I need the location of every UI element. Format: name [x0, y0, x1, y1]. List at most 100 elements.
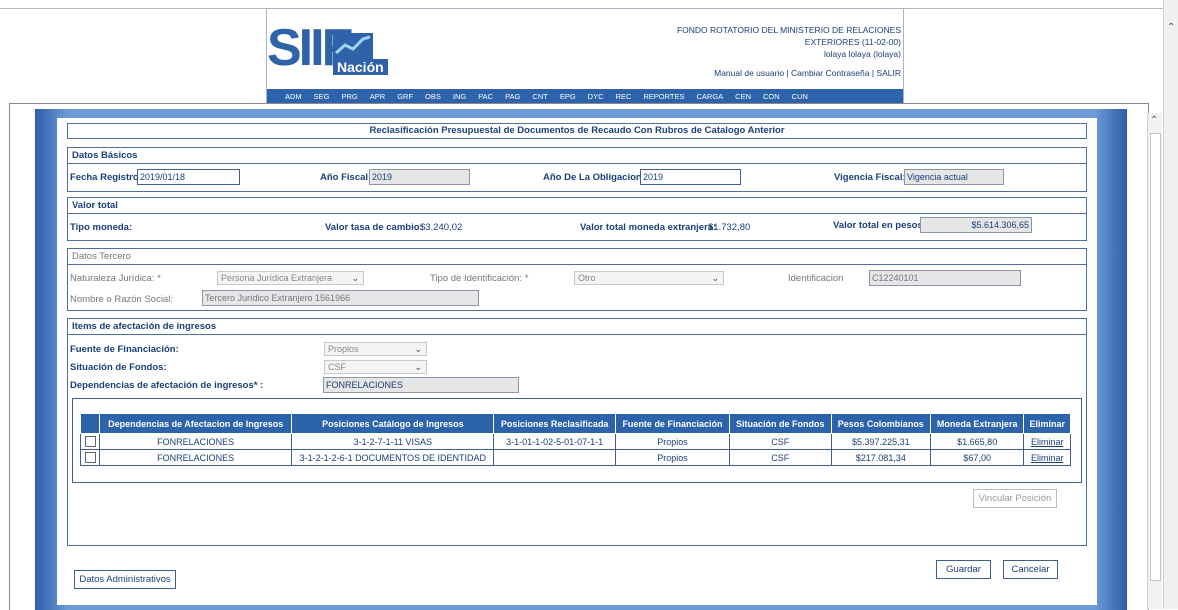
- situacion-label: Situación de Fondos:: [70, 362, 167, 373]
- section-divider: [68, 334, 1086, 335]
- dependencia-cell: FONRELACIONES: [98, 433, 293, 450]
- scroll-up-icon[interactable]: ⌃: [1150, 115, 1158, 126]
- naturaleza-value: Persona Jurídica Extranjera: [221, 273, 333, 283]
- fuente-cell: Propios: [615, 433, 730, 450]
- fecha-field[interactable]: 2019/01/18: [137, 169, 240, 185]
- user-info: FONDO ROTATORIO DEL MINISTERIO DE RELACI…: [677, 24, 901, 79]
- section-title: Datos Tercero: [72, 251, 131, 262]
- logo-subtitle: Nación: [333, 59, 388, 75]
- section-divider: [68, 213, 1086, 214]
- fuente-select[interactable]: Propios ⌄: [324, 342, 427, 356]
- nombre-label: Nombre o Razón Social:: [70, 294, 173, 305]
- column-header: [80, 413, 100, 434]
- delete-link[interactable]: Eliminar: [1031, 453, 1064, 463]
- table-row: FONRELACIONES 3-1-2-7-1-11 VISAS 3-1-01-…: [80, 433, 1071, 450]
- fuente-value: Propios: [328, 344, 359, 354]
- logo-chart-icon: [333, 33, 373, 59]
- exit-link[interactable]: SALIR: [876, 68, 901, 78]
- reclasificada-cell: [493, 449, 617, 466]
- fuente-label: Fuente de Financiación:: [70, 344, 179, 355]
- situacion-cell: CSF: [728, 449, 832, 466]
- anio-label: Año Fiscal:: [320, 172, 372, 183]
- obligacion-label: Año De La Obligacion:: [543, 172, 645, 183]
- link-separator: |: [871, 68, 875, 78]
- entity-code: EXTERIORES (11-02-00): [804, 37, 901, 47]
- column-header: Posiciones Reclasificada: [493, 413, 617, 434]
- fuente-cell: Propios: [615, 449, 730, 466]
- vigencia-label: Vigencia Fiscal:: [834, 172, 906, 183]
- situacion-value: CSF: [328, 362, 346, 372]
- link-separator: |: [786, 68, 789, 78]
- chevron-down-icon: ⌄: [414, 344, 422, 354]
- fecha-label: Fecha Registro:: [70, 172, 142, 183]
- datos-administrativos-button[interactable]: Datos Administrativos: [74, 570, 176, 589]
- column-header: Pesos Colombianos: [830, 413, 931, 434]
- tasa-label: Valor tasa de cambio:: [325, 222, 423, 233]
- entity-name: FONDO ROTATORIO DEL MINISTERIO DE RELACI…: [676, 25, 901, 35]
- scroll-up-icon[interactable]: ⌃: [1167, 22, 1175, 33]
- user-name: lolaya lolaya (lolaya): [823, 49, 901, 59]
- column-header: Situación de Fondos: [728, 413, 832, 434]
- app-header: SIIF Nación FONDO ROTATORIO DEL MINISTER…: [266, 8, 904, 106]
- chevron-down-icon: ⌄: [414, 362, 422, 372]
- column-header: Eliminar: [1023, 413, 1071, 434]
- section-title: Valor total: [72, 200, 118, 211]
- section-title: Datos Básicos: [72, 150, 138, 161]
- page-scrollbar[interactable]: ⌃: [1163, 0, 1178, 609]
- section-title: Items de afectación de ingresos: [72, 321, 217, 332]
- tipo-id-label: Tipo de Identificación: *: [430, 273, 529, 284]
- tasa-value: $3.240,02: [420, 222, 463, 233]
- row-checkbox-cell: [80, 433, 100, 450]
- posicion-cell: 3-1-2-7-1-11 VISAS: [291, 433, 495, 450]
- section-divider: [68, 163, 1086, 164]
- chevron-down-icon: ⌄: [711, 273, 719, 283]
- header-links: Manual de usuario | Cambiar Contraseña |…: [677, 67, 901, 79]
- pesos-label: Valor total en pesos: [833, 220, 923, 231]
- extranjera-value: $1.732,80: [708, 222, 751, 233]
- column-header: Fuente de Financiación: [615, 413, 730, 434]
- naturaleza-select[interactable]: Persona Jurídica Extranjera ⌄: [217, 271, 364, 285]
- naturaleza-label: Naturaleza Jurídica: *: [70, 273, 161, 284]
- pesos-cell: $5.397.225,31: [830, 433, 931, 450]
- dependencia-cell: FONRELACIONES: [98, 449, 293, 466]
- dependencias-field[interactable]: FONRELACIONES: [323, 377, 519, 393]
- moneda-label: Tipo moneda:: [70, 222, 133, 233]
- nombre-field: Tercero Jurídico Extranjero 1561966: [202, 290, 479, 306]
- vincular-posicion-button[interactable]: Vincular Posición: [973, 489, 1057, 508]
- column-header: Dependencias de Afectacion de Ingresos: [98, 413, 293, 434]
- extranjera-cell: $1.665,80: [929, 433, 1025, 450]
- identificacion-label: Identificacion: [788, 273, 844, 284]
- section-divider: [68, 264, 1086, 265]
- reclasificada-cell: 3-1-01-1-02-5-01-07-1-1: [493, 433, 617, 450]
- row-checkbox[interactable]: [84, 452, 96, 464]
- vigencia-field: Vigencia actual: [904, 169, 1004, 185]
- row-checkbox[interactable]: [84, 436, 96, 448]
- table-header-row: Dependencias de Afectacion de Ingresos P…: [80, 413, 1071, 434]
- obligacion-field[interactable]: 2019: [640, 169, 741, 185]
- extranjera-label: Valor total moneda extranjera:: [580, 222, 717, 233]
- chevron-down-icon: ⌄: [351, 273, 359, 283]
- form-title: Reclasificación Presupuestal de Document…: [67, 123, 1087, 139]
- table-row: FONRELACIONES 3-1-2-1-2-6-1 DOCUMENTOS D…: [80, 449, 1071, 466]
- cancel-button[interactable]: Cancelar: [1003, 560, 1058, 579]
- column-header: Moneda Extranjera: [929, 413, 1025, 434]
- extranjera-cell: $67,00: [929, 449, 1025, 466]
- items-table: Dependencias de Afectacion de Ingresos P…: [80, 413, 1071, 466]
- manual-link[interactable]: Manual de usuario: [714, 68, 784, 78]
- frame-scrollbar[interactable]: ⌃: [1147, 113, 1162, 609]
- change-password-link[interactable]: Cambiar Contraseña: [791, 68, 869, 78]
- delete-link[interactable]: Eliminar: [1031, 437, 1064, 447]
- situacion-select[interactable]: CSF ⌄: [324, 360, 427, 374]
- column-header: Posiciones Catálogo de Ingresos: [291, 413, 495, 434]
- save-button[interactable]: Guardar: [936, 560, 991, 579]
- siif-logo: SIIF Nación: [267, 19, 388, 89]
- scroll-thumb[interactable]: [1150, 133, 1161, 581]
- eliminar-cell: Eliminar: [1023, 449, 1071, 466]
- tipo-id-select[interactable]: Otro ⌄: [574, 271, 724, 285]
- eliminar-cell: Eliminar: [1023, 433, 1071, 450]
- posicion-cell: 3-1-2-1-2-6-1 DOCUMENTOS DE IDENTIDAD: [291, 449, 495, 466]
- identificacion-field: C12240101: [869, 270, 1021, 286]
- tipo-id-value: Otro: [578, 273, 596, 283]
- situacion-cell: CSF: [728, 433, 832, 450]
- row-checkbox-cell: [80, 449, 100, 466]
